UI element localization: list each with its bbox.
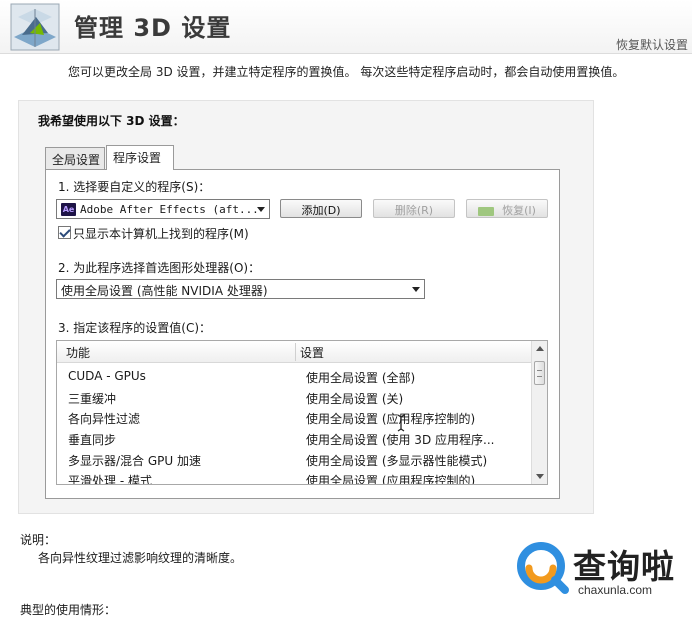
description-title: 说明： (20, 533, 57, 547)
feature-cell: 平滑处理 - 模式 (68, 474, 152, 485)
step3-label: 3. 指定该程序的设置值(C)： (58, 321, 212, 335)
page-header: 管理 3D 设置 恢复默认设置 (0, 0, 692, 54)
feature-cell: CUDA - GPUs (68, 369, 146, 383)
watermark-text: 查询啦 (573, 547, 675, 586)
intro-text: 您可以更改全局 3D 设置，并建立特定程序的置换值。 每次这些特定程序启动时，都… (68, 65, 625, 79)
panel-title: 我希望使用以下 3D 设置： (38, 114, 185, 128)
add-button-label: 添加(D) (301, 204, 341, 217)
program-settings-list: 功能 设置 CUDA - GPUs 使用全局设置 (全部) 三重缓冲 使用全局设… (56, 340, 548, 485)
table-row[interactable]: 各向异性过滤 使用全局设置 (应用程序控制的) (57, 407, 533, 428)
usage-title: 典型的使用情形： (20, 603, 117, 617)
description-text: 各向异性纹理过滤影响纹理的清晰度。 (38, 551, 243, 565)
scroll-up-icon[interactable] (536, 346, 544, 351)
feature-cell: 多显示器/混合 GPU 加速 (68, 454, 201, 468)
tab-program-settings[interactable]: 程序设置 (106, 145, 174, 170)
column-header-setting[interactable]: 设置 (300, 344, 324, 361)
list-scrollbar[interactable] (531, 341, 547, 484)
after-effects-icon: Ae (61, 203, 76, 216)
scroll-down-icon[interactable] (536, 474, 544, 479)
feature-cell: 各向异性过滤 (68, 412, 141, 426)
step1-label: 1. 选择要自定义的程序(S)： (58, 180, 211, 194)
setting-cell: 使用全局设置 (全部) (306, 371, 416, 385)
watermark-url: chaxunla.com (578, 583, 653, 597)
nvidia-icon (478, 206, 495, 216)
page-title: 管理 3D 设置 (74, 14, 232, 42)
show-found-programs-label: 只显示本计算机上找到的程序(M) (73, 227, 249, 241)
setting-cell: 使用全局设置 (关) (306, 392, 404, 406)
graphics-processor-select[interactable]: 使用全局设置 (高性能 NVIDIA 处理器) (56, 279, 425, 299)
feature-cell: 垂直同步 (68, 433, 117, 447)
table-row[interactable]: 三重缓冲 使用全局设置 (关) (57, 387, 533, 408)
table-row[interactable]: 多显示器/混合 GPU 加速 使用全局设置 (多显示器性能模式) (57, 449, 533, 470)
setting-cell: 使用全局设置 (多显示器性能模式) (306, 454, 488, 468)
chevron-down-icon (257, 207, 265, 212)
step2-label: 2. 为此程序选择首选图形处理器(O)： (58, 261, 261, 275)
chevron-down-icon (412, 287, 420, 292)
restore-program-button[interactable]: 恢复(I) (466, 199, 548, 218)
search-logo-icon (517, 542, 569, 594)
table-row[interactable]: 垂直同步 使用全局设置 (使用 3D 应用程序... (57, 428, 533, 449)
program-select-value: Adobe After Effects (aft... (80, 203, 259, 216)
feature-cell: 三重缓冲 (68, 392, 117, 406)
show-found-programs-checkbox[interactable] (58, 226, 71, 239)
column-header-feature[interactable]: 功能 (66, 344, 90, 361)
program-select[interactable]: Ae Adobe After Effects (aft... (56, 199, 270, 219)
table-row[interactable]: CUDA - GPUs 使用全局设置 (全部) (57, 366, 533, 387)
add-program-button[interactable]: 添加(D) (280, 199, 362, 218)
text-cursor-icon (397, 414, 405, 432)
delete-button-label: 删除(R) (394, 204, 434, 217)
setting-cell: 使用全局设置 (应用程序控制的) (306, 412, 476, 426)
scroll-thumb[interactable] (534, 361, 545, 385)
column-divider[interactable] (295, 343, 296, 361)
restore-defaults-link[interactable]: 恢复默认设置 (616, 36, 688, 53)
setting-cell: 使用全局设置 (使用 3D 应用程序... (306, 433, 495, 447)
graphics-processor-value: 使用全局设置 (高性能 NVIDIA 处理器) (61, 284, 268, 298)
3d-settings-icon (10, 3, 60, 51)
table-row[interactable]: 平滑处理 - 模式 使用全局设置 (应用程序控制的) (57, 469, 533, 485)
tab-global-settings[interactable]: 全局设置 (45, 147, 105, 169)
restore-button-label: 恢复(I) (502, 204, 536, 217)
setting-cell: 使用全局设置 (应用程序控制的) (306, 474, 476, 485)
list-header: 功能 设置 (57, 341, 533, 363)
delete-program-button[interactable]: 删除(R) (373, 199, 455, 218)
